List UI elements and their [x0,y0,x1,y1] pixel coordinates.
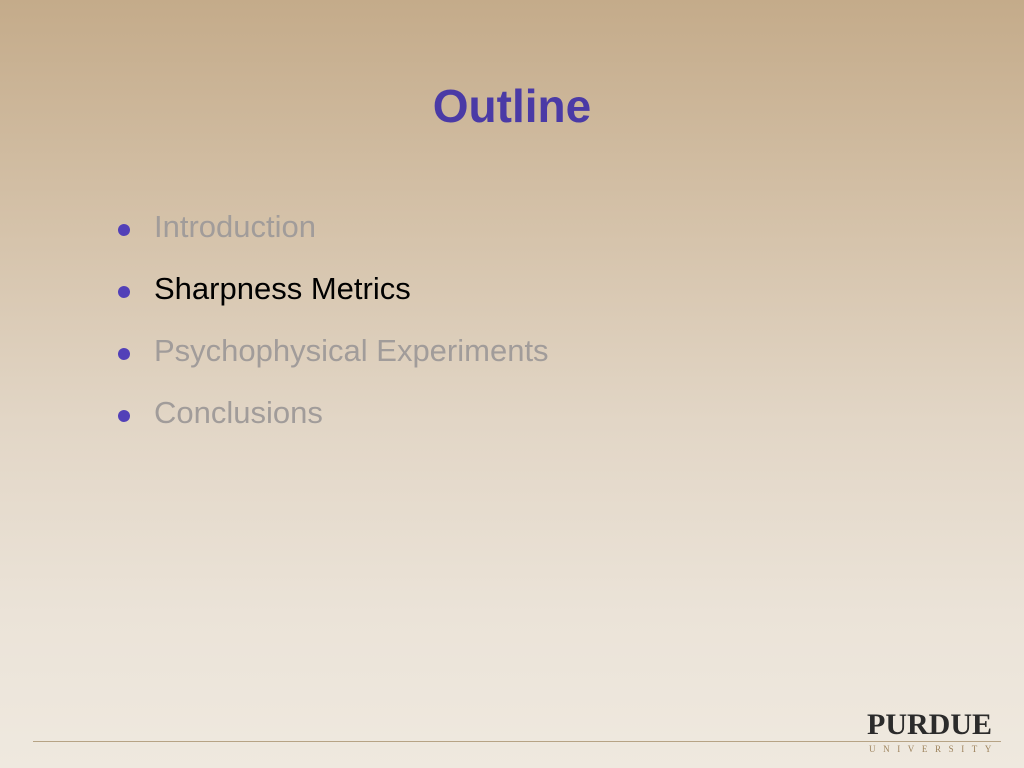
list-item-sharpness-metrics: Sharpness Metrics [118,265,549,327]
bullet-dot-icon [118,224,130,236]
list-item-label: Introduction [154,209,316,244]
list-item-label: Sharpness Metrics [154,271,411,306]
bullet-dot-icon [118,286,130,298]
logo-wordmark: PURDUE [867,708,992,741]
list-item-psychophysical-experiments: Psychophysical Experiments [118,327,549,389]
list-item-label: Psychophysical Experiments [154,333,549,368]
bullet-dot-icon [118,348,130,360]
purdue-logo: PURDUE UNIVERSITY [867,708,1001,756]
footer-divider [33,741,1001,742]
slide-title: Outline [432,80,592,132]
bullet-dot-icon [118,410,130,422]
list-item-introduction: Introduction [118,203,549,265]
list-item-conclusions: Conclusions [118,389,549,451]
logo-subtitle: UNIVERSITY [869,744,999,754]
list-item-label: Conclusions [154,395,323,430]
outline-list: Introduction Sharpness Metrics Psychophy… [118,203,549,451]
